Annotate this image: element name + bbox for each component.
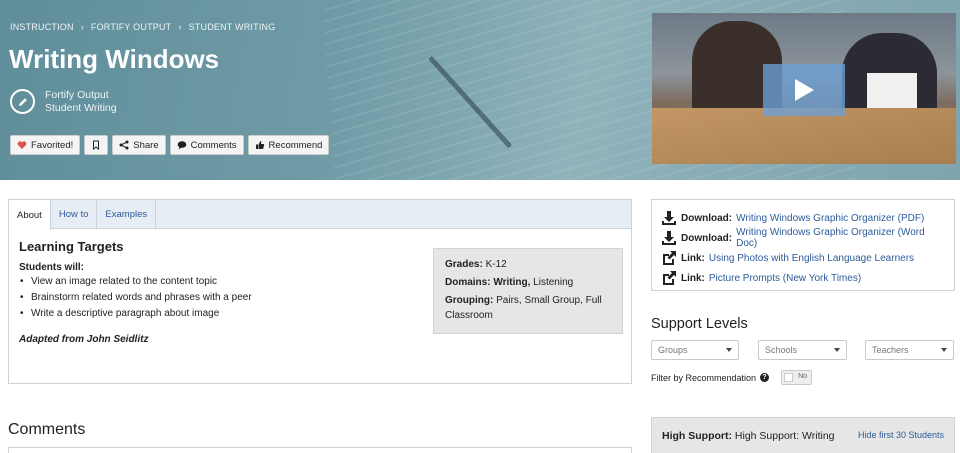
resource-item: Link: Picture Prompts (New York Times)	[661, 268, 945, 288]
learning-targets-heading: Learning Targets	[19, 239, 124, 254]
high-support-box: High Support: High Support: Writing Hide…	[651, 417, 955, 453]
external-link-icon	[663, 251, 676, 265]
list-item: View an image related to the content top…	[19, 276, 252, 292]
domains-label: Domains:	[445, 277, 491, 288]
high-support-label: High Support:	[662, 430, 732, 442]
resource-item: Download: Writing Windows Graphic Organi…	[661, 227, 945, 249]
tab-bar: About How to Examples	[9, 200, 631, 230]
recommendation-filter: Filter by Recommendation ? No	[651, 370, 813, 385]
caret-down-icon	[726, 348, 732, 352]
play-button[interactable]	[763, 64, 845, 116]
recommendation-filter-label: Filter by Recommendation	[651, 372, 757, 383]
page-subtitle-category: Fortify Output	[45, 89, 109, 101]
resource-item: Download: Writing Windows Graphic Organi…	[661, 208, 945, 228]
resource-kind: Link:	[681, 272, 705, 284]
resource-kind: Download:	[681, 212, 733, 224]
breadcrumb-item-instruction[interactable]: INSTRUCTION	[10, 22, 74, 32]
heart-icon	[17, 141, 27, 149]
caret-down-icon	[941, 348, 947, 352]
comments-button-label: Comments	[190, 139, 237, 151]
recommend-button-label: Recommend	[268, 139, 323, 151]
comments-button[interactable]: Comments	[169, 135, 244, 155]
page-title: Writing Windows	[9, 44, 220, 74]
activity-details-panel: About How to Examples Learning Targets S…	[8, 199, 632, 384]
activity-meta-box: Grades: K-12 Domains: Writing, Listening…	[433, 248, 623, 334]
tab-examples[interactable]: Examples	[97, 200, 157, 228]
share-icon	[119, 140, 129, 150]
high-support-value: High Support: Writing	[734, 430, 835, 442]
recommendation-toggle[interactable]: No	[781, 370, 813, 385]
breadcrumb-item-student-writing[interactable]: STUDENT WRITING	[189, 22, 276, 32]
grades-row: Grades: K-12	[445, 257, 611, 272]
pencil-icon	[10, 89, 35, 114]
attribution: Adapted from John Seidlitz	[19, 334, 149, 345]
learning-targets-list: View an image related to the content top…	[19, 276, 252, 324]
tab-how-to[interactable]: How to	[51, 200, 98, 228]
comments-box	[8, 447, 632, 453]
grouping-row: Grouping: Pairs, Small Group, Full Class…	[445, 293, 611, 323]
play-icon	[795, 79, 814, 101]
recommend-button[interactable]: Recommend	[247, 135, 330, 155]
breadcrumb-separator: ›	[178, 22, 182, 32]
groups-select[interactable]: Groups	[651, 340, 739, 360]
list-item: Brainstorm related words and phrases wit…	[19, 292, 252, 308]
comments-heading: Comments	[8, 421, 86, 438]
bookmark-button[interactable]	[84, 135, 109, 155]
resource-item: Link: Using Photos with English Language…	[661, 248, 945, 268]
video-thumbnail-desk	[652, 108, 956, 164]
help-icon[interactable]: ?	[760, 373, 770, 382]
resource-link[interactable]: Writing Windows Graphic Organizer (Word …	[736, 227, 945, 249]
schools-select[interactable]: Schools	[758, 340, 847, 360]
share-button[interactable]: Share	[112, 135, 166, 155]
teachers-select-value: Teachers	[872, 345, 909, 355]
page-subtitle-subcategory: Student Writing	[45, 102, 117, 114]
groups-select-value: Groups	[658, 345, 688, 355]
breadcrumb-separator: ›	[80, 22, 84, 32]
thumbs-up-icon	[255, 141, 264, 149]
domains-row: Domains: Writing, Listening	[445, 275, 611, 290]
teachers-select[interactable]: Teachers	[865, 340, 954, 360]
students-will-label: Students will:	[19, 262, 84, 273]
grades-value: K-12	[485, 259, 507, 270]
resources-box: Download: Writing Windows Graphic Organi…	[651, 199, 955, 291]
support-levels-heading: Support Levels	[651, 316, 748, 332]
hero-banner: INSTRUCTION › FORTIFY OUTPUT › STUDENT WRITI…	[0, 0, 960, 180]
resource-kind: Link:	[681, 252, 705, 264]
favorite-button[interactable]: Favorited!	[10, 135, 81, 155]
high-support-text: High Support: High Support: Writing	[662, 430, 835, 444]
domains-value-primary: Writing,	[493, 277, 531, 288]
domains-value-secondary: Listening	[533, 277, 574, 288]
download-icon	[662, 231, 676, 245]
bookmark-icon	[93, 140, 100, 150]
caret-down-icon	[834, 348, 840, 352]
resource-kind: Download:	[681, 232, 733, 244]
grades-label: Grades:	[445, 259, 483, 270]
action-bar: Favorited! Share Comments Recommend	[10, 135, 330, 155]
toggle-knob	[784, 373, 794, 382]
grouping-label: Grouping:	[445, 295, 494, 306]
list-item: Write a descriptive paragraph about imag…	[19, 308, 252, 324]
resource-link[interactable]: Writing Windows Graphic Organizer (PDF)	[736, 213, 924, 224]
download-icon	[662, 211, 676, 225]
share-button-label: Share	[133, 139, 159, 151]
tab-about[interactable]: About	[9, 200, 51, 230]
toggle-state-label: No	[798, 373, 808, 380]
schools-select-value: Schools	[765, 345, 798, 355]
breadcrumb-item-fortify-output[interactable]: FORTIFY OUTPUT	[91, 22, 171, 32]
breadcrumb: INSTRUCTION › FORTIFY OUTPUT › STUDENT WRITI…	[10, 22, 275, 32]
hide-students-link[interactable]: Hide first 30 Students	[858, 430, 944, 444]
favorite-button-label: Favorited!	[31, 139, 74, 151]
video-player[interactable]	[652, 13, 956, 164]
resource-link[interactable]: Using Photos with English Language Learn…	[709, 253, 914, 264]
speech-bubble-icon	[177, 141, 186, 150]
external-link-icon	[663, 271, 676, 285]
resource-link[interactable]: Picture Prompts (New York Times)	[709, 273, 861, 284]
